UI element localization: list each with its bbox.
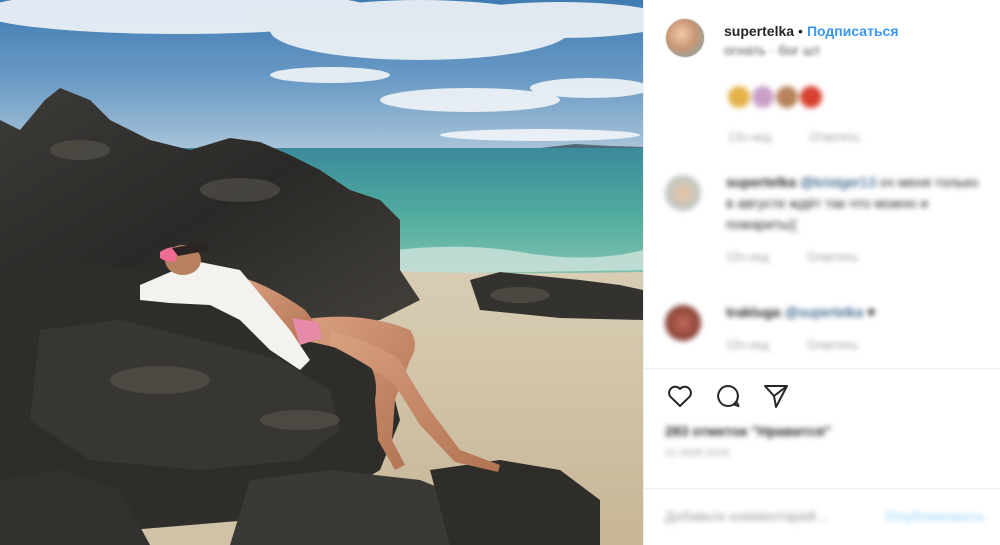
- emoji-icon: [752, 86, 774, 108]
- author-avatar[interactable]: [665, 18, 705, 58]
- reply-button[interactable]: Ответить: [809, 130, 860, 144]
- commenter-avatar[interactable]: [665, 175, 701, 211]
- comment-text: ♥: [867, 304, 876, 320]
- post-photo[interactable]: [0, 0, 643, 545]
- comment-time: 13ч нед: [728, 130, 771, 144]
- emoji-reactions: [728, 86, 822, 108]
- section-divider: [644, 368, 1000, 369]
- post-actions: [664, 380, 792, 412]
- section-divider: [644, 488, 1000, 489]
- comment-button[interactable]: [712, 380, 744, 412]
- reply-button[interactable]: Ответить: [807, 250, 858, 264]
- comment-input[interactable]: Добавьте комментарий...: [665, 508, 827, 524]
- reply-button[interactable]: Ответить: [807, 338, 858, 352]
- comment-item: supertelka @kristger13 оч меня только в а…: [665, 172, 985, 268]
- likes-count[interactable]: 283 отметок "Нравится": [665, 423, 831, 439]
- post-comment-button[interactable]: Опубликовать: [885, 508, 985, 524]
- follow-button[interactable]: Подписаться: [807, 23, 899, 39]
- comment-meta: 13ч нед Ответить: [726, 247, 985, 268]
- comment-meta: 13ч нед Ответить: [728, 130, 860, 144]
- comment-time: 13ч нед: [726, 250, 769, 264]
- emoji-icon: [728, 86, 750, 108]
- post-side-panel: supertelka • Подписаться огнать · бог шт 1…: [643, 0, 1000, 545]
- comment-mention[interactable]: @kristger13: [800, 174, 876, 190]
- share-button[interactable]: [760, 380, 792, 412]
- author-username[interactable]: supertelka: [724, 23, 794, 39]
- post-caption: огнать · бог шт: [724, 42, 821, 58]
- add-comment-row: Добавьте комментарий... Опубликовать: [665, 508, 985, 524]
- paper-plane-icon: [764, 385, 788, 408]
- like-button[interactable]: [664, 380, 696, 412]
- post-header: supertelka • Подписаться огнать · бог шт: [644, 0, 1000, 78]
- comment-meta: 13ч нед Ответить: [726, 335, 875, 356]
- separator-dot: •: [798, 23, 803, 39]
- comment-item: trakluga @supertelka ♥ 13ч нед Ответить: [665, 302, 985, 356]
- commenter-avatar[interactable]: [665, 305, 701, 341]
- post-date: 21 НОЯ 2019: [665, 448, 730, 459]
- speech-bubble-icon: [717, 385, 740, 407]
- comment-mention[interactable]: @supertelka: [784, 304, 863, 320]
- emoji-icon: [776, 86, 798, 108]
- comment-time: 13ч нед: [726, 338, 769, 352]
- heart-outline-icon: [668, 385, 692, 407]
- emoji-icon: [800, 86, 822, 108]
- commenter-username[interactable]: trakluga: [726, 304, 780, 320]
- commenter-username[interactable]: supertelka: [726, 174, 796, 190]
- beach-photo-illustration: [0, 0, 643, 545]
